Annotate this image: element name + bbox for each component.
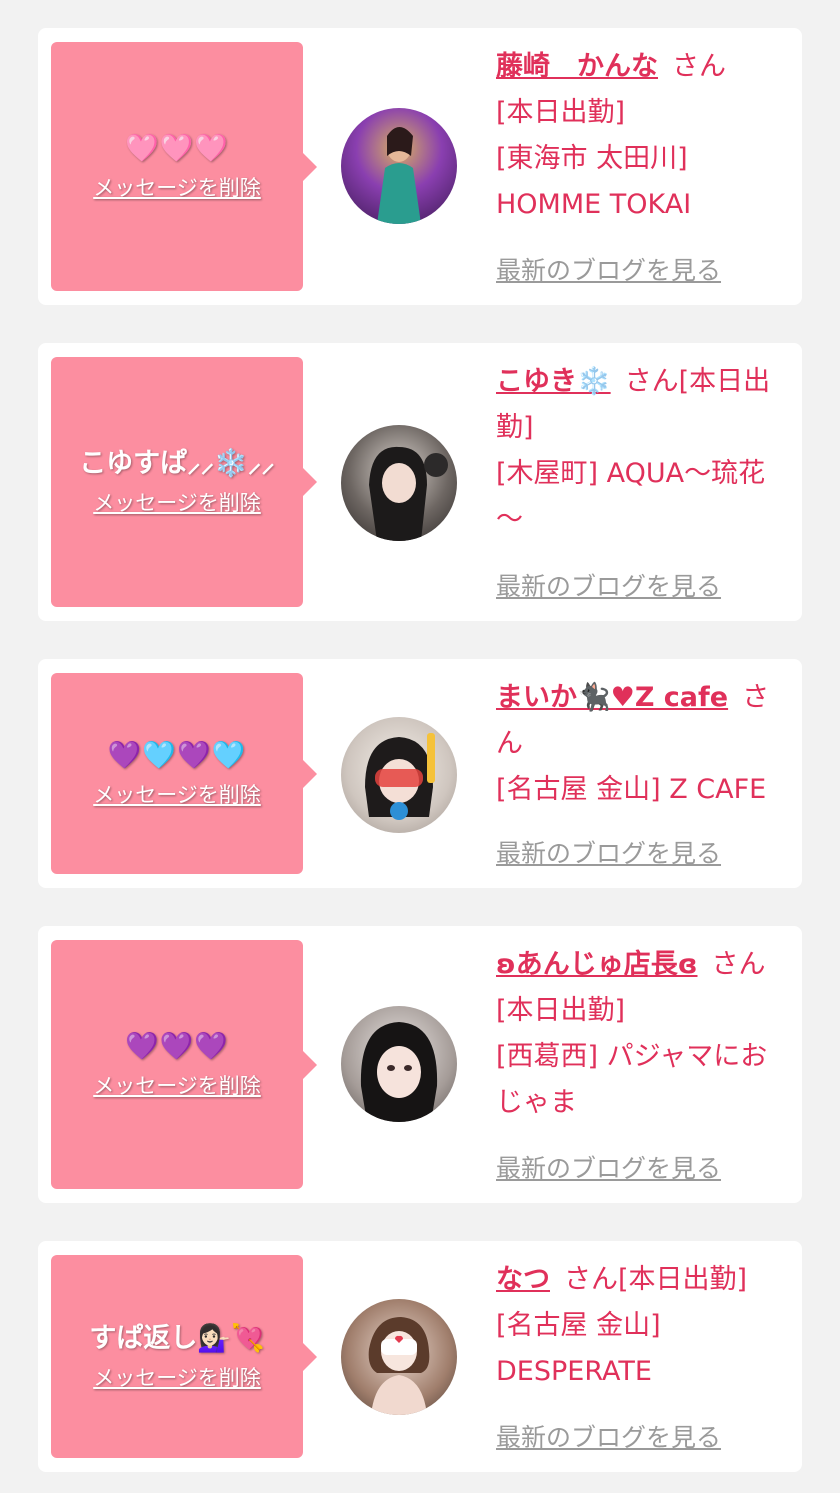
avatar[interactable] xyxy=(341,1006,457,1122)
message-bubble: 💜🩵💜🩵 メッセージを削除 xyxy=(51,673,317,874)
message-card: すぱ返し💁🏻‍♀️💘 メッセージを削除 なつ さん[本日出勤] [名古屋 金山] … xyxy=(38,1241,802,1472)
attendance-status: [本日出勤] xyxy=(618,1264,748,1295)
message-bubble: 🩷🩷🩷 メッセージを削除 xyxy=(51,42,317,291)
avatar-photo-icon xyxy=(365,733,435,820)
delete-message-button[interactable]: メッセージを削除 xyxy=(93,487,261,517)
avatar[interactable] xyxy=(341,717,457,833)
sender-info: ʚあんじゅ店長ɞ さん [本日出勤] [西葛西] パジャマにおじゃま xyxy=(496,942,786,1126)
avatar-photo-icon xyxy=(377,127,421,224)
attendance-status: [本日出勤] xyxy=(496,995,626,1026)
message-list: 🩷🩷🩷 メッセージを削除 藤崎 かんな さん [本日出勤] [東海市 太田川] H… xyxy=(0,0,840,1493)
avatar-photo-icon xyxy=(360,1022,438,1122)
message-card: 💜💜💜 メッセージを削除 ʚあんじゅ店長ɞ さん [本日出勤] [西葛西] パジャマ… xyxy=(38,926,802,1203)
avatar[interactable] xyxy=(341,425,457,541)
sender-info: 藤崎 かんな さん [本日出勤] [東海市 太田川] HOMME TOKAI xyxy=(496,44,786,228)
message-text: 💜🩵💜🩵 xyxy=(107,739,247,771)
message-text: すぱ返し💁🏻‍♀️💘 xyxy=(89,1322,265,1354)
latest-blog-link[interactable]: 最新のブログを見る xyxy=(496,1418,721,1454)
message-bubble: こゆすぱ⸝⸝❄️⸝⸝ メッセージを削除 xyxy=(51,357,317,607)
sender-name-link[interactable]: 藤崎 かんな xyxy=(496,51,658,82)
latest-blog-link[interactable]: 最新のブログを見る xyxy=(496,251,721,287)
message-card: こゆすぱ⸝⸝❄️⸝⸝ メッセージを削除 こゆき❄️ さん[本日出勤] [木屋町] … xyxy=(38,343,802,621)
sender-name-link[interactable]: なつ xyxy=(496,1264,550,1295)
delete-message-button[interactable]: メッセージを削除 xyxy=(93,172,261,202)
message-text: 🩷🩷🩷 xyxy=(125,132,229,164)
avatar[interactable] xyxy=(341,108,457,224)
latest-blog-link[interactable]: 最新のブログを見る xyxy=(496,567,721,603)
sender-name-link[interactable]: こゆき❄️ xyxy=(496,366,611,397)
message-text: 💜💜💜 xyxy=(125,1030,229,1062)
honorific: さん xyxy=(564,1264,618,1295)
message-card: 💜🩵💜🩵 メッセージを削除 まいか🐈‍⬛♥Z cafe さん [名古屋 金山] Z… xyxy=(38,659,802,888)
latest-blog-link[interactable]: 最新のブログを見る xyxy=(496,1149,721,1185)
shop-info: [木屋町] AQUA～琉花～ xyxy=(496,458,766,535)
sender-info: こゆき❄️ さん[本日出勤] [木屋町] AQUA～琉花～ xyxy=(496,359,786,543)
avatar-photo-icon xyxy=(368,1317,430,1415)
shop-info: [名古屋 金山] DESPERATE xyxy=(496,1310,661,1387)
honorific: さん xyxy=(624,366,679,397)
message-bubble: 💜💜💜 メッセージを削除 xyxy=(51,940,317,1189)
message-text: こゆすぱ⸝⸝❄️⸝⸝ xyxy=(79,448,275,479)
sender-name-link[interactable]: ʚあんじゅ店長ɞ xyxy=(496,949,698,980)
delete-message-button[interactable]: メッセージを削除 xyxy=(93,779,261,809)
latest-blog-link[interactable]: 最新のブログを見る xyxy=(496,834,721,870)
sender-info: なつ さん[本日出勤] [名古屋 金山] DESPERATE xyxy=(496,1257,786,1395)
sender-info: まいか🐈‍⬛♥Z cafe さん [名古屋 金山] Z CAFE xyxy=(496,675,786,813)
honorific: さん xyxy=(672,51,726,82)
sender-name-link[interactable]: まいか🐈‍⬛♥Z cafe xyxy=(496,682,728,713)
delete-message-button[interactable]: メッセージを削除 xyxy=(93,1070,261,1100)
avatar[interactable] xyxy=(341,1299,457,1415)
delete-message-button[interactable]: メッセージを削除 xyxy=(93,1362,261,1392)
shop-info: [東海市 太田川] HOMME TOKAI xyxy=(496,143,692,220)
shop-info: [西葛西] パジャマにおじゃま xyxy=(496,1041,768,1118)
honorific: さん xyxy=(711,949,766,980)
attendance-status: [本日出勤] xyxy=(496,97,626,128)
message-bubble: すぱ返し💁🏻‍♀️💘 メッセージを削除 xyxy=(51,1255,317,1458)
message-card: 🩷🩷🩷 メッセージを削除 藤崎 かんな さん [本日出勤] [東海市 太田川] H… xyxy=(38,28,802,305)
avatar-photo-icon xyxy=(369,446,448,541)
shop-info: [名古屋 金山] Z CAFE xyxy=(496,774,767,805)
